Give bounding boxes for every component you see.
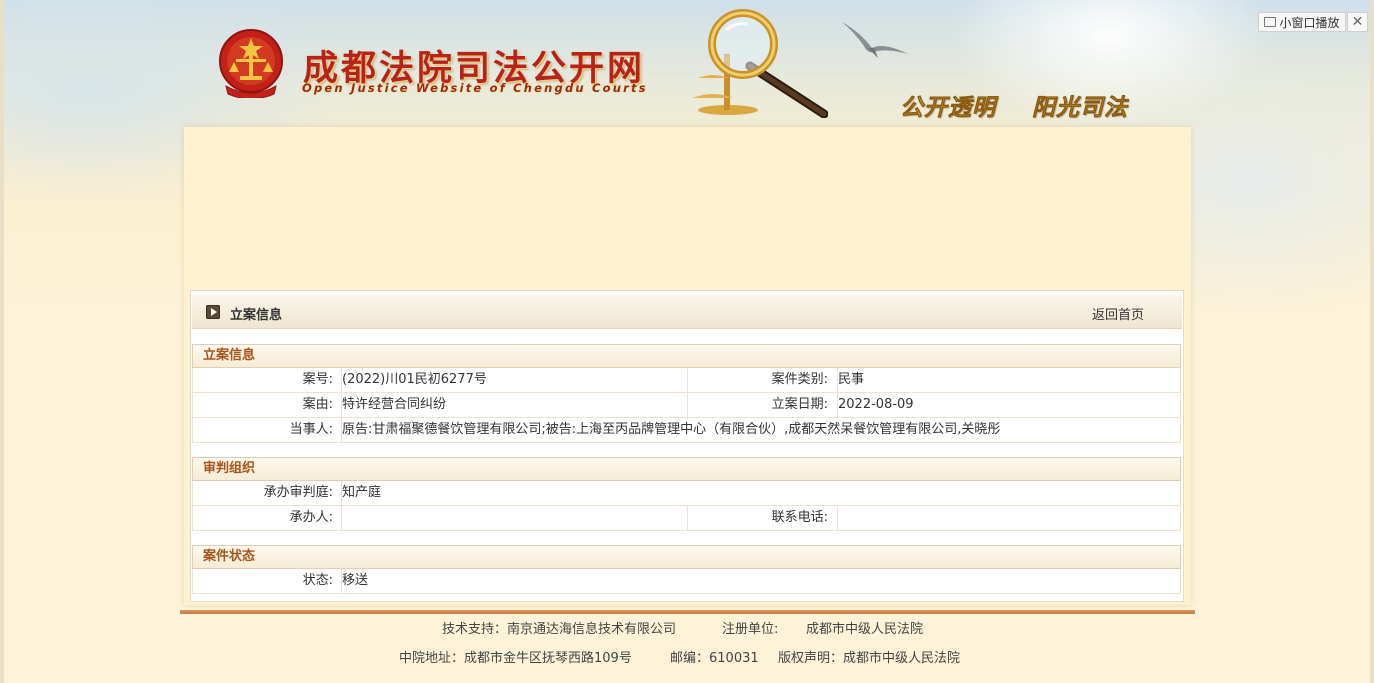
court-emblem-icon xyxy=(219,29,283,98)
section-status-title: 案件状态 xyxy=(192,545,1181,569)
tv-icon xyxy=(1264,17,1277,27)
footer-registrant: 成都市中级人民法院 xyxy=(806,622,924,637)
footer-address: 中院地址：成都市金牛区抚琴西路109号 xyxy=(399,651,632,666)
case-no-value: (2022)川01民初6277号 xyxy=(342,372,487,387)
cause-label: 案由: xyxy=(302,397,333,412)
table-row: 当事人: 原告:甘肃福聚德餐饮管理有限公司;被告:上海至丙品牌管理中心（有限合伙… xyxy=(192,418,1181,443)
filing-date-label: 立案日期: xyxy=(771,397,828,412)
case-type-value: 民事 xyxy=(838,372,865,387)
status-label: 状态: xyxy=(302,573,333,588)
cell-divider xyxy=(837,506,838,530)
play-arrow-icon xyxy=(206,305,220,319)
status-value: 移送 xyxy=(342,573,369,588)
magnifier-scale-icon xyxy=(693,9,828,118)
site-subtitle: Open Justice Website of Chengdu Courts xyxy=(302,81,648,95)
left-border xyxy=(0,0,4,683)
slogan-open-transparent: 公开透明 xyxy=(900,94,996,122)
slogan-sunshine-justice: 阳光司法 xyxy=(1032,94,1128,122)
table-row: 状态: 移送 xyxy=(192,569,1181,594)
right-border xyxy=(1370,0,1374,683)
case-type-label: 案件类别: xyxy=(771,372,828,387)
cause-value: 特许经营合同纠纷 xyxy=(342,397,447,412)
table-row: 案由: 特许经营合同纠纷 立案日期: 2022-08-09 xyxy=(192,393,1181,418)
footer-copyright: 版权声明：成都市中级人民法院 xyxy=(778,651,961,666)
judge-label: 承办人: xyxy=(289,510,333,525)
cell-divider xyxy=(341,506,342,530)
bird-icon xyxy=(842,22,908,58)
table-row: 承办审判庭: 知产庭 xyxy=(192,481,1181,506)
mini-window-play-button[interactable]: 小窗口播放 xyxy=(1258,12,1346,32)
parties-value: 原告:甘肃福聚德餐饮管理有限公司;被告:上海至丙品牌管理中心（有限合伙）,成都天… xyxy=(342,422,1001,437)
content-header-bar xyxy=(192,294,1182,329)
footer-tech-support: 技术支持：南京通达海信息技术有限公司 xyxy=(442,622,677,637)
court-label: 承办审判庭: xyxy=(263,485,333,500)
section-trial-title: 审判组织 xyxy=(192,457,1181,481)
page-title: 立案信息 xyxy=(230,308,283,323)
filing-date-value: 2022-08-09 xyxy=(838,397,914,412)
mini-window-play-label: 小窗口播放 xyxy=(1279,15,1340,30)
mini-window-close-icon[interactable]: ✕ xyxy=(1347,12,1368,32)
case-no-label: 案号: xyxy=(302,372,333,387)
table-row: 承办人: 联系电话: xyxy=(192,506,1181,531)
footer-divider xyxy=(180,610,1195,614)
table-row: 案号: (2022)川01民初6277号 案件类别: 民事 xyxy=(192,368,1181,393)
court-value: 知产庭 xyxy=(342,485,382,500)
footer-postcode: 邮编：610031 xyxy=(670,651,759,666)
phone-label: 联系电话: xyxy=(771,510,828,525)
footer-registrant-label: 注册单位: xyxy=(722,622,779,637)
parties-label: 当事人: xyxy=(289,422,333,437)
section-filing-title: 立案信息 xyxy=(192,344,1181,368)
back-home-link[interactable]: 返回首页 xyxy=(1092,304,1144,323)
